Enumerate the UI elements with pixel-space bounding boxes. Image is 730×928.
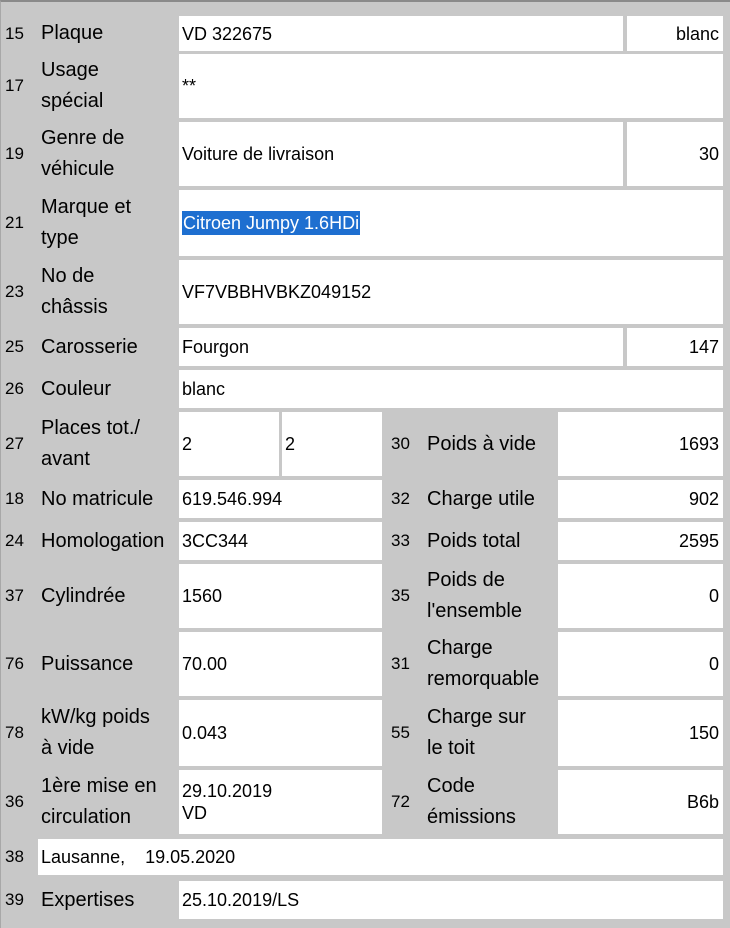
homologation-label: Homologation: [41, 529, 165, 552]
charge-remorquable-value[interactable]: 0: [558, 632, 723, 696]
poids-vide-value[interactable]: 1693: [558, 412, 723, 476]
poids-ensemble-label: Poids de l'ensemble: [427, 569, 522, 622]
field-number: 55: [391, 723, 410, 742]
field-number: 72: [391, 792, 410, 811]
field-number: 37: [5, 586, 24, 605]
field-number: 25: [5, 337, 24, 356]
kwkg-value[interactable]: 0.043: [179, 700, 382, 766]
field-number: 24: [5, 531, 24, 550]
cylindree-value[interactable]: 1560: [179, 564, 382, 628]
couleur-label: Couleur: [41, 377, 112, 400]
marque-field[interactable]: Citroen Jumpy 1.6HDi: [179, 190, 723, 256]
lieu-date-value[interactable]: Lausanne, 19.05.2020: [38, 839, 723, 875]
mise-circulation-value[interactable]: 29.10.2019 VD: [179, 770, 382, 834]
code-emissions-label: Code émissions: [427, 775, 516, 828]
couleur-value[interactable]: blanc: [179, 370, 723, 408]
field-number: 35: [391, 586, 410, 605]
field-number: 17: [5, 76, 24, 95]
field-number: 39: [5, 890, 24, 909]
field-number: 78: [5, 723, 24, 742]
genre-value[interactable]: Voiture de livraison: [179, 122, 623, 186]
poids-total-value[interactable]: 2595: [558, 522, 723, 560]
field-number: 32: [391, 489, 410, 508]
marque-value[interactable]: Citroen Jumpy 1.6HDi: [182, 211, 361, 235]
field-number: 15: [5, 23, 24, 43]
chassis-value[interactable]: VF7VBBHVBKZ049152: [179, 260, 723, 324]
places-front-value[interactable]: 2: [282, 412, 382, 476]
field-number: 33: [391, 531, 410, 550]
charge-toit-value[interactable]: 150: [558, 700, 723, 766]
field-number: 30: [391, 434, 410, 453]
field-number: 18: [5, 489, 24, 508]
code-emissions-value[interactable]: B6b: [558, 770, 723, 834]
field-number: 21: [5, 213, 24, 232]
matricule-label: No matricule: [41, 487, 154, 510]
carosserie-label: Carosserie: [41, 335, 138, 358]
marque-label: Marque et type: [41, 196, 132, 249]
carosserie-value[interactable]: Fourgon: [179, 328, 623, 366]
expertises-label: Expertises: [41, 888, 135, 911]
field-number: 19: [5, 144, 24, 163]
plaque-label: Plaque: [41, 22, 104, 44]
poids-total-label: Poids total: [427, 529, 521, 552]
poids-ensemble-value[interactable]: 0: [558, 564, 723, 628]
plaque-color-value[interactable]: blanc: [627, 16, 723, 51]
charge-toit-label: Charge sur le toit: [427, 706, 526, 759]
kwkg-label: kW/kg poids à vide: [41, 706, 150, 759]
usage-value[interactable]: **: [179, 54, 723, 118]
field-number: 38: [5, 847, 24, 866]
vehicle-registration-form: 15 Plaque VD 322675 blanc 17 Usage spéci…: [0, 0, 730, 928]
field-number: 23: [5, 282, 24, 301]
field-number: 31: [391, 654, 410, 673]
genre-label: Genre de véhicule: [41, 127, 125, 180]
charge-utile-label: Charge utile: [427, 487, 535, 510]
places-total-value[interactable]: 2: [179, 412, 279, 476]
plaque-value[interactable]: VD 322675: [179, 16, 623, 51]
genre-code-value[interactable]: 30: [627, 122, 723, 186]
carosserie-code-value[interactable]: 147: [627, 328, 723, 366]
field-number: 76: [5, 654, 24, 673]
matricule-value[interactable]: 619.546.994: [179, 480, 382, 518]
puissance-value[interactable]: 70.00: [179, 632, 382, 696]
poids-vide-label: Poids à vide: [427, 432, 536, 455]
homologation-value[interactable]: 3CC344: [179, 522, 382, 560]
field-number: 26: [5, 379, 24, 398]
field-number: 27: [5, 434, 24, 453]
expertises-value[interactable]: 25.10.2019/LS: [179, 881, 723, 919]
cylindree-label: Cylindrée: [41, 584, 126, 607]
puissance-label: Puissance: [41, 652, 134, 675]
field-number: 36: [5, 792, 24, 811]
charge-remorquable-label: Charge remorquable: [427, 637, 540, 690]
charge-utile-value[interactable]: 902: [558, 480, 723, 518]
chassis-label: No de châssis: [41, 265, 108, 318]
places-label: Places tot./ avant: [41, 417, 140, 470]
usage-label: Usage spécial: [41, 59, 104, 112]
mise-circulation-label: 1ère mise en circulation: [41, 775, 157, 828]
